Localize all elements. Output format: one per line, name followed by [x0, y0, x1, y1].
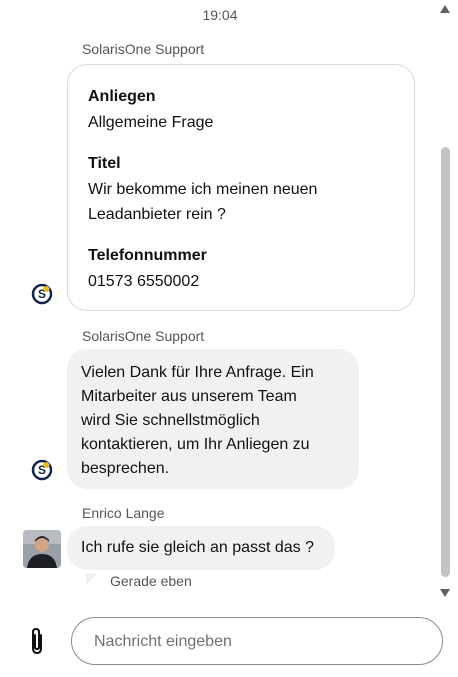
message-line: wird Sie schnellstmöglich [81, 412, 260, 429]
sender-name: SolarisOne Support [82, 328, 205, 344]
chat-timestamp: 19:04 [202, 7, 238, 23]
solarisone-logo-icon: S [31, 459, 53, 481]
message-status: Gerade eben [110, 573, 192, 589]
solarisone-logo-icon: S [31, 283, 53, 305]
ticket-summary-card: Anliegen Allgemeine Frage Titel Wir beko… [67, 64, 415, 311]
message-text: Ich rufe sie gleich an passt das ? [81, 539, 315, 556]
message-line: Vielen Dank für Ihre Anfrage. Ein [81, 364, 314, 381]
sender-name: Enrico Lange [82, 505, 165, 521]
user-avatar [23, 530, 61, 568]
card-label-anliegen: Anliegen [88, 88, 156, 105]
card-value-titel-line1: Wir bekomme ich meinen neuen [88, 181, 318, 198]
card-value-telefonnummer: 01573 6550002 [88, 273, 200, 290]
card-label-titel: Titel [88, 155, 121, 172]
message-input[interactable] [92, 618, 426, 666]
paperclip-icon[interactable] [26, 626, 48, 656]
message-line: besprechen. [81, 460, 170, 477]
message-line: kontaktieren, um Ihr Anliegen zu [81, 436, 310, 453]
scroll-down-arrow-icon[interactable] [440, 584, 450, 597]
scrollbar-thumb[interactable] [441, 147, 450, 577]
sender-name: SolarisOne Support [82, 41, 205, 57]
card-label-telefonnummer: Telefonnummer [88, 247, 207, 264]
message-bubble: Vielen Dank für Ihre Anfrage. Ein Mitarb… [67, 349, 359, 489]
message-bubble: Ich rufe sie gleich an passt das ? [67, 526, 335, 570]
bubble-tail-icon [86, 572, 98, 585]
card-value-anliegen: Allgemeine Frage [88, 114, 214, 131]
message-input-container[interactable] [71, 617, 443, 666]
message-line: Mitarbeiter aus unserem Team [81, 388, 297, 405]
scroll-up-arrow-icon[interactable] [440, 0, 450, 13]
card-value-titel-line2: Leadanbieter rein ? [88, 206, 226, 223]
